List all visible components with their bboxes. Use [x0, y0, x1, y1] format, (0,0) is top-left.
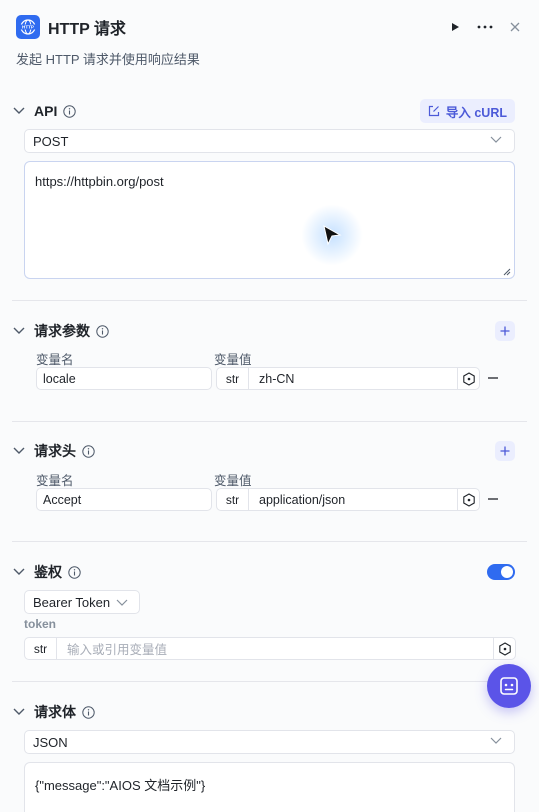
remove-header-button[interactable] — [486, 492, 500, 506]
add-param-button[interactable] — [495, 321, 515, 341]
param-value-input[interactable]: zh-CN — [249, 368, 457, 389]
variable-ref-button[interactable] — [493, 638, 515, 659]
variable-ref-button[interactable] — [457, 368, 479, 389]
token-value-group: str 输入或引用变量值 — [24, 637, 516, 660]
import-curl-label: 导入 cURL — [445, 105, 507, 120]
play-icon — [452, 23, 459, 31]
http-request-panel: HTTP HTTP 请求 发起 HTTP 请求并使用响应结果 API 导入 cU… — [0, 0, 539, 812]
variable-icon — [462, 371, 475, 386]
http-globe-icon: HTTP — [16, 15, 40, 39]
import-curl-button[interactable]: 导入 cURL — [419, 99, 515, 123]
divider — [12, 541, 527, 542]
plus-icon — [500, 326, 510, 336]
param-name-input[interactable]: locale — [36, 367, 212, 390]
divider — [12, 421, 527, 422]
run-button[interactable] — [447, 19, 463, 35]
param-value-group: str zh-CN — [216, 367, 480, 390]
resize-handle-icon[interactable] — [503, 268, 511, 276]
method-value: POST — [33, 133, 69, 149]
divider — [12, 681, 527, 682]
chevron-down-icon — [490, 737, 502, 744]
chevron-down-icon — [116, 599, 128, 606]
params-section-title: 请求参数 — [34, 323, 90, 339]
remove-param-button[interactable] — [486, 371, 500, 385]
plus-icon — [500, 446, 510, 456]
robot-icon — [500, 677, 518, 695]
headers-section-title: 请求头 — [34, 443, 76, 459]
token-input[interactable]: 输入或引用变量值 — [57, 638, 493, 659]
auth-section-title: 鉴权 — [34, 564, 62, 580]
header-name-column-label: 变量名 — [36, 474, 74, 488]
method-select[interactable]: POST — [24, 129, 515, 153]
url-textarea[interactable]: https://httpbin.org/post — [24, 161, 515, 279]
page-subtitle: 发起 HTTP 请求并使用响应结果 — [16, 52, 200, 67]
close-icon — [510, 22, 520, 32]
info-icon — [82, 705, 95, 719]
header-name-value: Accept — [43, 492, 82, 507]
header-name-input[interactable]: Accept — [36, 488, 212, 511]
api-section-header[interactable]: API — [12, 101, 77, 121]
http-icon-text: HTTP — [22, 25, 34, 30]
mouse-cursor-icon — [323, 225, 342, 246]
param-type-tag[interactable]: str — [217, 368, 249, 389]
chevron-down-icon — [490, 136, 502, 143]
more-icon — [477, 25, 493, 29]
url-value: https://httpbin.org/post — [35, 174, 164, 189]
params-section-header[interactable]: 请求参数 — [12, 321, 109, 341]
param-value-column-label: 变量值 — [214, 353, 252, 367]
info-icon — [96, 324, 109, 338]
chevron-down-icon[interactable] — [12, 565, 26, 579]
token-type-tag[interactable]: str — [25, 638, 57, 659]
header-value-column-label: 变量值 — [214, 474, 252, 488]
api-section-title: API — [34, 103, 58, 119]
param-name-value: locale — [43, 371, 76, 386]
auth-type-select[interactable]: Bearer Token — [24, 590, 140, 614]
body-textarea[interactable]: {"message":"AIOS 文档示例"} — [24, 762, 515, 812]
minus-icon — [488, 498, 498, 500]
minus-icon — [488, 377, 498, 379]
auth-toggle[interactable] — [487, 564, 515, 580]
param-name-column-label: 变量名 — [36, 353, 74, 367]
add-header-button[interactable] — [495, 441, 515, 461]
body-format-value: JSON — [33, 734, 68, 750]
assistant-fab-button[interactable] — [487, 664, 531, 708]
close-button[interactable] — [507, 19, 523, 35]
variable-icon — [462, 492, 475, 507]
info-icon — [82, 444, 95, 458]
panel-header: HTTP HTTP 请求 — [16, 14, 523, 40]
header-value-group: str application/json — [216, 488, 480, 511]
variable-icon — [498, 641, 511, 656]
info-icon — [63, 104, 77, 118]
headers-section-header[interactable]: 请求头 — [12, 441, 95, 461]
info-icon — [68, 565, 81, 579]
token-label: token — [24, 617, 57, 631]
page-title: HTTP 请求 — [48, 21, 126, 38]
edit-icon — [428, 105, 439, 117]
header-value-input[interactable]: application/json — [249, 489, 457, 510]
auth-section-header[interactable]: 鉴权 — [12, 562, 81, 582]
chevron-down-icon[interactable] — [12, 104, 26, 118]
body-content: {"message":"AIOS 文档示例"} — [35, 778, 206, 793]
body-format-select[interactable]: JSON — [24, 730, 515, 754]
chevron-down-icon[interactable] — [12, 324, 26, 338]
chevron-down-icon[interactable] — [12, 444, 26, 458]
body-section-title: 请求体 — [34, 704, 76, 720]
header-type-tag[interactable]: str — [217, 489, 249, 510]
variable-ref-button[interactable] — [457, 489, 479, 510]
body-section-header[interactable]: 请求体 — [12, 702, 95, 722]
more-button[interactable] — [477, 19, 493, 35]
divider — [12, 300, 527, 301]
auth-type-value: Bearer Token — [33, 594, 111, 610]
chevron-down-icon[interactable] — [12, 705, 26, 719]
